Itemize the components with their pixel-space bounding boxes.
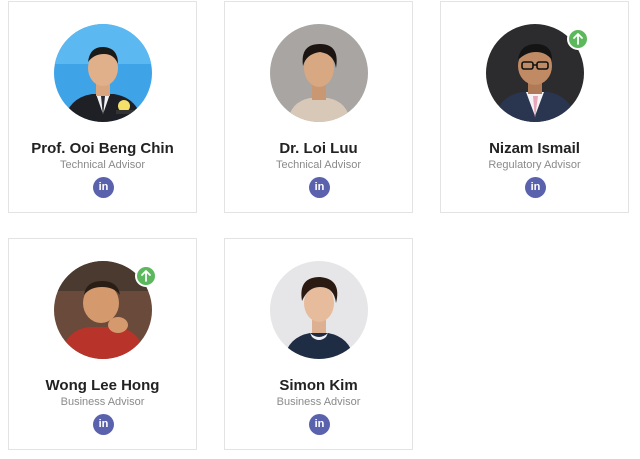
- member-name: Prof. Ooi Beng Chin: [31, 140, 174, 157]
- team-card: Dr. Loi Luu Technical Advisor in: [224, 1, 413, 213]
- linkedin-icon[interactable]: in: [93, 177, 114, 198]
- team-card: Prof. Ooi Beng Chin Technical Advisor in: [8, 1, 197, 213]
- member-name: Dr. Loi Luu: [279, 140, 358, 157]
- member-name: Wong Lee Hong: [45, 377, 160, 394]
- member-role: Business Advisor: [60, 396, 145, 408]
- arrow-up-icon: [567, 28, 589, 50]
- team-card: Simon Kim Business Advisor in: [224, 238, 413, 450]
- avatar: [54, 24, 152, 122]
- member-role: Business Advisor: [276, 396, 361, 408]
- arrow-up-icon: [135, 265, 157, 287]
- member-name: Simon Kim: [279, 377, 358, 394]
- linkedin-icon[interactable]: in: [309, 177, 330, 198]
- linkedin-icon[interactable]: in: [93, 414, 114, 435]
- member-role: Technical Advisor: [276, 159, 361, 171]
- team-card: Nizam Ismail Regulatory Advisor in: [440, 1, 629, 213]
- linkedin-icon[interactable]: in: [309, 414, 330, 435]
- avatar: [270, 261, 368, 359]
- member-name: Nizam Ismail: [489, 140, 580, 157]
- linkedin-icon[interactable]: in: [525, 177, 546, 198]
- team-card: Wong Lee Hong Business Advisor in: [8, 238, 197, 450]
- member-role: Technical Advisor: [60, 159, 145, 171]
- avatar: [270, 24, 368, 122]
- member-role: Regulatory Advisor: [488, 159, 581, 171]
